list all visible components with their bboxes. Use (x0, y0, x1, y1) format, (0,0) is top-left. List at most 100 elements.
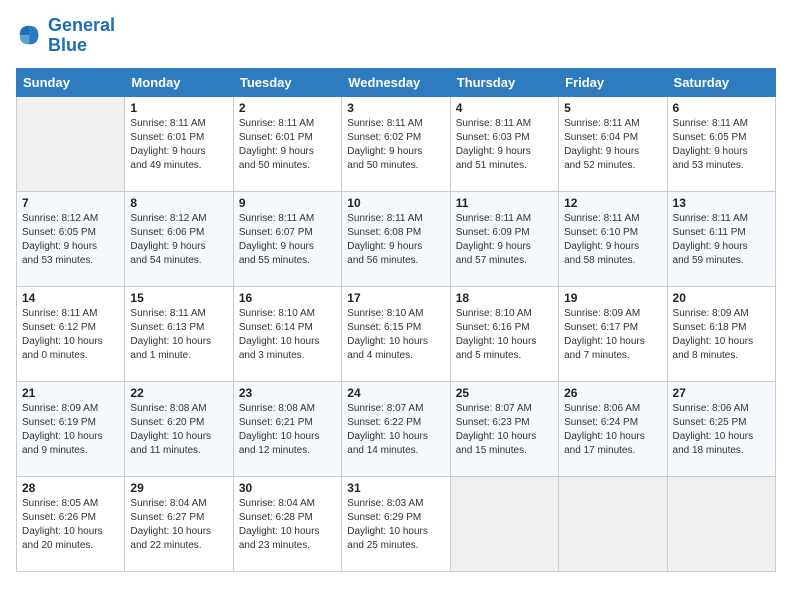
day-number: 17 (347, 291, 444, 305)
header-cell-tuesday: Tuesday (233, 68, 341, 96)
day-info: Sunrise: 8:11 AM Sunset: 6:04 PM Dayligh… (564, 117, 661, 173)
day-info: Sunrise: 8:11 AM Sunset: 6:01 PM Dayligh… (130, 117, 227, 173)
day-number: 30 (239, 481, 336, 495)
day-info: Sunrise: 8:07 AM Sunset: 6:23 PM Dayligh… (456, 402, 553, 458)
header-cell-wednesday: Wednesday (342, 68, 450, 96)
calendar-cell: 19 Sunrise: 8:09 AM Sunset: 6:17 PM Dayli… (559, 286, 667, 381)
day-number: 22 (130, 386, 227, 400)
calendar-cell: 10 Sunrise: 8:11 AM Sunset: 6:08 PM Dayli… (342, 191, 450, 286)
day-number: 28 (22, 481, 119, 495)
week-row-0: 1 Sunrise: 8:11 AM Sunset: 6:01 PM Daylig… (17, 96, 776, 191)
day-number: 11 (456, 196, 553, 210)
calendar-cell: 27 Sunrise: 8:06 AM Sunset: 6:25 PM Dayli… (667, 381, 775, 476)
calendar-cell: 16 Sunrise: 8:10 AM Sunset: 6:14 PM Dayli… (233, 286, 341, 381)
calendar-cell: 13Sunrise: 8:11 AM Sunset: 6:11 PM Dayli… (667, 191, 775, 286)
day-info: Sunrise: 8:11 AM Sunset: 6:02 PM Dayligh… (347, 117, 444, 173)
calendar-cell (559, 476, 667, 571)
day-number: 21 (22, 386, 119, 400)
calendar-cell: 22 Sunrise: 8:08 AM Sunset: 6:20 PM Dayli… (125, 381, 233, 476)
calendar-cell: 6Sunrise: 8:11 AM Sunset: 6:05 PM Daylig… (667, 96, 775, 191)
day-info: Sunrise: 8:11 AM Sunset: 6:01 PM Dayligh… (239, 117, 336, 173)
calendar-cell: 1 Sunrise: 8:11 AM Sunset: 6:01 PM Daylig… (125, 96, 233, 191)
header-row: SundayMondayTuesdayWednesdayThursdayFrid… (17, 68, 776, 96)
day-info: Sunrise: 8:11 AM Sunset: 6:12 PM Dayligh… (22, 307, 119, 363)
calendar-cell: 12 Sunrise: 8:11 AM Sunset: 6:10 PM Dayli… (559, 191, 667, 286)
day-info: Sunrise: 8:04 AM Sunset: 6:27 PM Dayligh… (130, 497, 227, 553)
day-info: Sunrise: 8:11 AM Sunset: 6:05 PM Dayligh… (673, 117, 770, 173)
day-info: Sunrise: 8:08 AM Sunset: 6:21 PM Dayligh… (239, 402, 336, 458)
week-row-2: 14 Sunrise: 8:11 AM Sunset: 6:12 PM Dayli… (17, 286, 776, 381)
day-number: 10 (347, 196, 444, 210)
day-info: Sunrise: 8:11 AM Sunset: 6:13 PM Dayligh… (130, 307, 227, 363)
week-row-1: 7Sunrise: 8:12 AM Sunset: 6:05 PM Daylig… (17, 191, 776, 286)
calendar-cell: 18 Sunrise: 8:10 AM Sunset: 6:16 PM Dayli… (450, 286, 558, 381)
calendar-cell: 11 Sunrise: 8:11 AM Sunset: 6:09 PM Dayli… (450, 191, 558, 286)
header-cell-monday: Monday (125, 68, 233, 96)
day-info: Sunrise: 8:06 AM Sunset: 6:25 PM Dayligh… (673, 402, 770, 458)
day-info: Sunrise: 8:10 AM Sunset: 6:16 PM Dayligh… (456, 307, 553, 363)
day-number: 27 (673, 386, 770, 400)
calendar-cell: 17 Sunrise: 8:10 AM Sunset: 6:15 PM Dayli… (342, 286, 450, 381)
day-info: Sunrise: 8:04 AM Sunset: 6:28 PM Dayligh… (239, 497, 336, 553)
day-info: Sunrise: 8:08 AM Sunset: 6:20 PM Dayligh… (130, 402, 227, 458)
day-info: Sunrise: 8:11 AM Sunset: 6:08 PM Dayligh… (347, 212, 444, 268)
day-info: Sunrise: 8:10 AM Sunset: 6:14 PM Dayligh… (239, 307, 336, 363)
day-info: Sunrise: 8:10 AM Sunset: 6:15 PM Dayligh… (347, 307, 444, 363)
calendar-cell: 3 Sunrise: 8:11 AM Sunset: 6:02 PM Daylig… (342, 96, 450, 191)
page-header: General Blue (16, 16, 776, 56)
day-number: 14 (22, 291, 119, 305)
logo: General Blue (16, 16, 115, 56)
header-cell-friday: Friday (559, 68, 667, 96)
day-number: 19 (564, 291, 661, 305)
day-number: 26 (564, 386, 661, 400)
day-info: Sunrise: 8:09 AM Sunset: 6:18 PM Dayligh… (673, 307, 770, 363)
day-number: 3 (347, 101, 444, 115)
calendar-cell: 5Sunrise: 8:11 AM Sunset: 6:04 PM Daylig… (559, 96, 667, 191)
day-number: 2 (239, 101, 336, 115)
day-info: Sunrise: 8:06 AM Sunset: 6:24 PM Dayligh… (564, 402, 661, 458)
day-number: 23 (239, 386, 336, 400)
day-number: 24 (347, 386, 444, 400)
day-number: 15 (130, 291, 227, 305)
day-number: 4 (456, 101, 553, 115)
day-info: Sunrise: 8:11 AM Sunset: 6:09 PM Dayligh… (456, 212, 553, 268)
day-info: Sunrise: 8:09 AM Sunset: 6:19 PM Dayligh… (22, 402, 119, 458)
logo-text: General Blue (48, 16, 115, 56)
calendar-cell: 14 Sunrise: 8:11 AM Sunset: 6:12 PM Dayli… (17, 286, 125, 381)
calendar-cell: 2 Sunrise: 8:11 AM Sunset: 6:01 PM Daylig… (233, 96, 341, 191)
day-info: Sunrise: 8:11 AM Sunset: 6:07 PM Dayligh… (239, 212, 336, 268)
calendar-table: SundayMondayTuesdayWednesdayThursdayFrid… (16, 68, 776, 572)
calendar-cell: 30 Sunrise: 8:04 AM Sunset: 6:28 PM Dayli… (233, 476, 341, 571)
calendar-cell: 24 Sunrise: 8:07 AM Sunset: 6:22 PM Dayli… (342, 381, 450, 476)
calendar-cell: 4 Sunrise: 8:11 AM Sunset: 6:03 PM Daylig… (450, 96, 558, 191)
calendar-cell: 28Sunrise: 8:05 AM Sunset: 6:26 PM Dayli… (17, 476, 125, 571)
logo-icon (16, 22, 44, 50)
day-info: Sunrise: 8:11 AM Sunset: 6:10 PM Dayligh… (564, 212, 661, 268)
day-info: Sunrise: 8:09 AM Sunset: 6:17 PM Dayligh… (564, 307, 661, 363)
day-number: 20 (673, 291, 770, 305)
day-number: 13 (673, 196, 770, 210)
calendar-cell: 23 Sunrise: 8:08 AM Sunset: 6:21 PM Dayli… (233, 381, 341, 476)
day-number: 1 (130, 101, 227, 115)
calendar-cell: 8Sunrise: 8:12 AM Sunset: 6:06 PM Daylig… (125, 191, 233, 286)
day-number: 29 (130, 481, 227, 495)
day-number: 25 (456, 386, 553, 400)
week-row-4: 28Sunrise: 8:05 AM Sunset: 6:26 PM Dayli… (17, 476, 776, 571)
calendar-cell: 9 Sunrise: 8:11 AM Sunset: 6:07 PM Daylig… (233, 191, 341, 286)
day-number: 8 (130, 196, 227, 210)
calendar-cell: 29 Sunrise: 8:04 AM Sunset: 6:27 PM Dayli… (125, 476, 233, 571)
day-number: 18 (456, 291, 553, 305)
day-number: 16 (239, 291, 336, 305)
day-number: 12 (564, 196, 661, 210)
day-number: 9 (239, 196, 336, 210)
day-number: 7 (22, 196, 119, 210)
day-number: 31 (347, 481, 444, 495)
header-cell-saturday: Saturday (667, 68, 775, 96)
header-cell-sunday: Sunday (17, 68, 125, 96)
day-info: Sunrise: 8:03 AM Sunset: 6:29 PM Dayligh… (347, 497, 444, 553)
calendar-cell: 21 Sunrise: 8:09 AM Sunset: 6:19 PM Dayli… (17, 381, 125, 476)
day-info: Sunrise: 8:11 AM Sunset: 6:03 PM Dayligh… (456, 117, 553, 173)
calendar-cell (667, 476, 775, 571)
calendar-cell (17, 96, 125, 191)
day-info: Sunrise: 8:07 AM Sunset: 6:22 PM Dayligh… (347, 402, 444, 458)
